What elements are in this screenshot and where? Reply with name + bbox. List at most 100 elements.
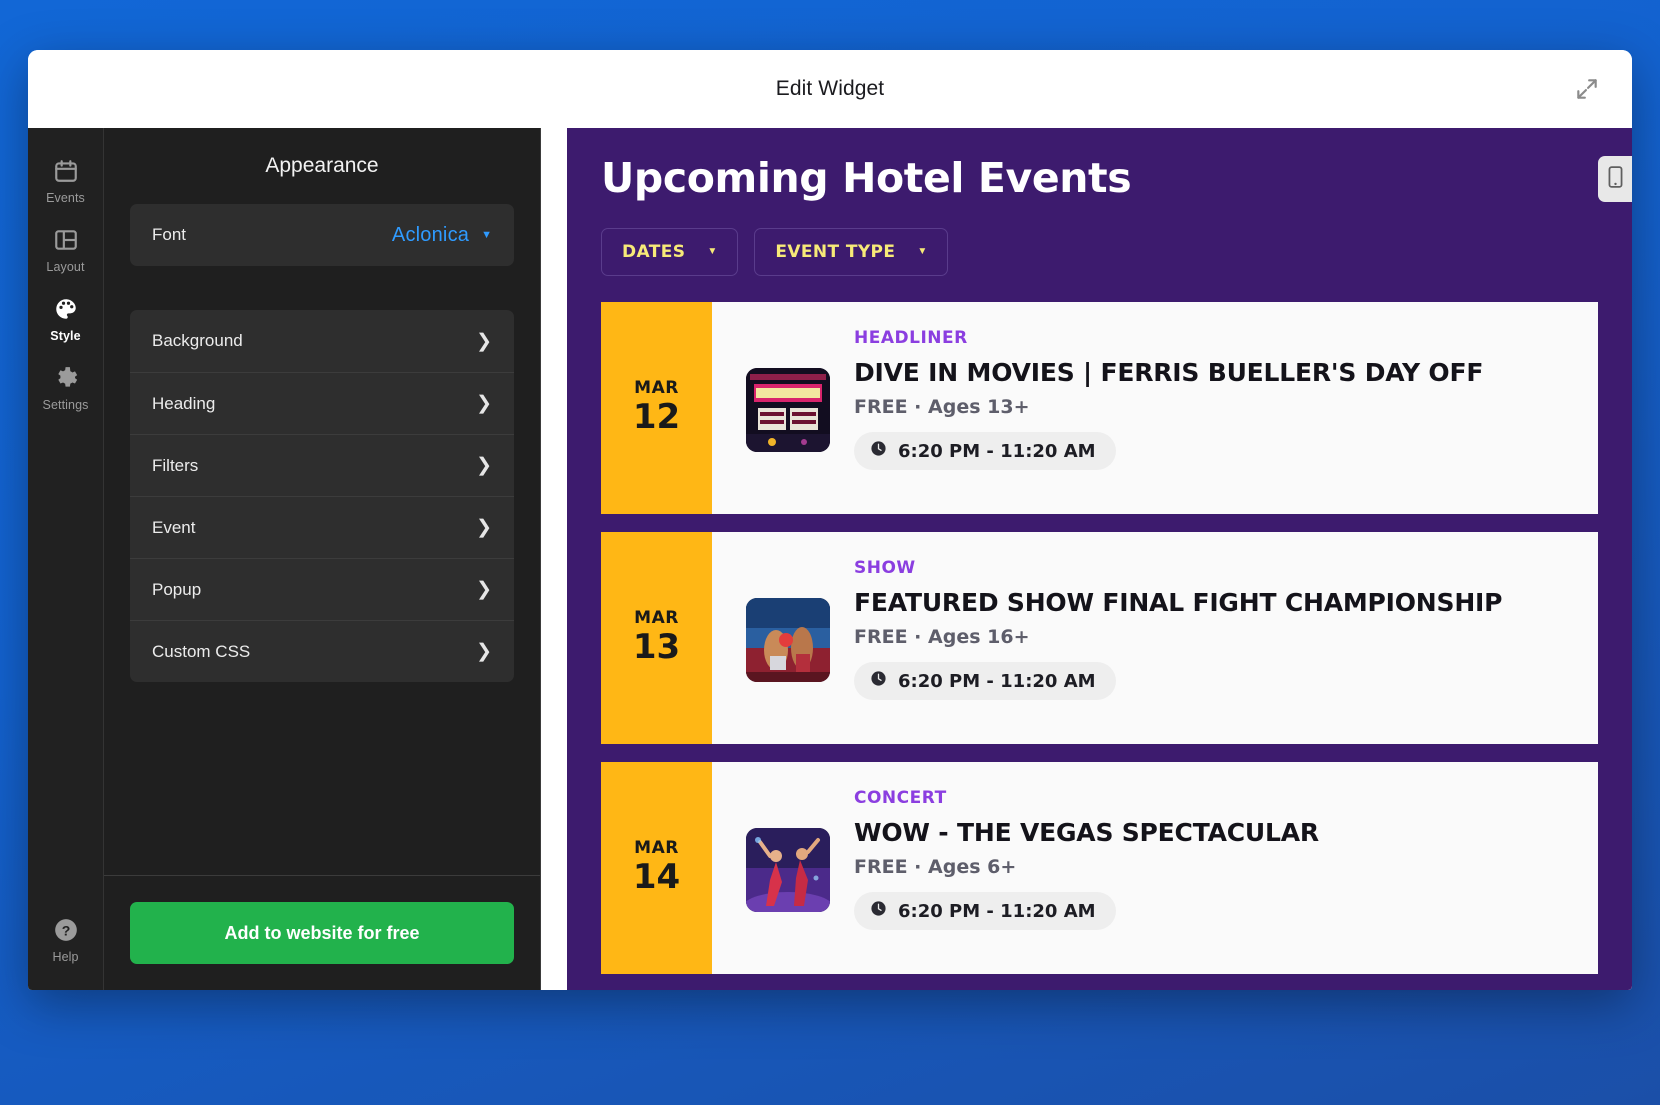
sidebar-item-style[interactable]: Style xyxy=(28,284,104,353)
section-label: Background xyxy=(152,331,243,350)
event-thumbnail xyxy=(746,598,830,682)
sidebar-item-events[interactable]: Events xyxy=(28,146,104,215)
chevron-right-icon: ❯ xyxy=(476,455,492,476)
event-day: 12 xyxy=(632,397,681,438)
sidebar-item-heading[interactable]: Heading ❯ xyxy=(130,372,514,434)
mobile-preview-toggle[interactable] xyxy=(1598,156,1632,202)
event-date-badge: MAR 14 xyxy=(601,762,712,974)
sidebar-item-background[interactable]: Background ❯ xyxy=(130,310,514,372)
question-circle-icon: ? xyxy=(53,917,79,943)
section-label: Event xyxy=(152,517,196,537)
event-month: MAR xyxy=(634,608,679,629)
event-list: MAR 12 HEADLINER DIVE IN MOVIES | FERRIS… xyxy=(601,302,1598,974)
sidebar-item-label: Style xyxy=(50,329,81,343)
event-content: SHOW FEATURED SHOW FINAL FIGHT CHAMPIONS… xyxy=(712,532,1598,744)
nav-rail: Events Layout Style Settings ? Help xyxy=(28,128,104,990)
panel-title: Appearance xyxy=(265,154,379,177)
font-row-label: Font xyxy=(152,225,187,244)
event-meta: FREE · Ages 16+ xyxy=(854,626,1030,648)
event-day: 13 xyxy=(632,627,681,668)
sidebar-item-help[interactable]: ? Help xyxy=(28,905,104,990)
sidebar-item-settings[interactable]: Settings xyxy=(28,353,104,422)
event-thumbnail xyxy=(746,828,830,912)
chevron-right-icon: ❯ xyxy=(476,330,492,352)
event-meta: FREE · Ages 13+ xyxy=(854,396,1030,418)
event-time: 6:20 PM - 11:20 AM xyxy=(898,440,1096,462)
sidebar-item-label: Events xyxy=(46,191,85,205)
event-details: CONCERT WOW - THE VEGAS SPECTACULAR FREE… xyxy=(854,788,1572,930)
mobile-phone-icon xyxy=(1607,165,1624,193)
list-item[interactable]: MAR 13 SHOW FEATURED SHOW FINAL FIGHT CH… xyxy=(601,532,1598,744)
sidebar-item-custom-css[interactable]: Custom CSS ❯ xyxy=(130,620,514,682)
chevron-right-icon: ❯ xyxy=(476,517,492,538)
font-setting-card: Font Aclonica ▼ xyxy=(130,204,514,266)
modal-body: Events Layout Style Settings ? Help Appe… xyxy=(28,128,1632,990)
section-label: Heading xyxy=(152,393,216,413)
filter-dates[interactable]: DATES ▼ xyxy=(601,228,739,276)
clock-icon xyxy=(870,670,887,692)
event-time-pill: 6:20 PM - 11:20 AM xyxy=(854,892,1116,930)
event-title: DIVE IN MOVIES | FERRIS BUELLER'S DAY OF… xyxy=(854,358,1484,387)
event-details: SHOW FEATURED SHOW FINAL FIGHT CHAMPIONS… xyxy=(854,558,1572,700)
clock-icon xyxy=(870,900,887,922)
event-content: CONCERT WOW - THE VEGAS SPECTACULAR FREE… xyxy=(712,762,1598,974)
sidebar-item-layout[interactable]: Layout xyxy=(28,215,104,284)
sidebar-item-label: Help xyxy=(52,950,79,964)
filter-event-type[interactable]: EVENT TYPE ▼ xyxy=(754,228,949,276)
add-to-website-button[interactable]: Add to website for free xyxy=(130,902,514,964)
event-month: MAR xyxy=(634,838,679,859)
widget-heading: Upcoming Hotel Events xyxy=(601,154,1132,202)
event-thumbnail xyxy=(746,368,830,452)
chevron-right-icon: ❯ xyxy=(476,641,492,662)
svg-text:?: ? xyxy=(61,922,70,938)
font-row[interactable]: Font Aclonica ▼ xyxy=(130,204,514,266)
chevron-down-icon: ▼ xyxy=(707,246,718,257)
event-time: 6:20 PM - 11:20 AM xyxy=(898,670,1096,692)
appearance-panel: Appearance Font Aclonica ▼ Background ❯ xyxy=(104,128,541,990)
modal-titlebar: Edit Widget xyxy=(28,50,1632,128)
event-category: HEADLINER xyxy=(854,328,968,348)
event-day: 14 xyxy=(632,857,681,898)
event-details: HEADLINER DIVE IN MOVIES | FERRIS BUELLE… xyxy=(854,328,1572,470)
panel-footer: Add to website for free xyxy=(104,875,540,990)
widget-filters: DATES ▼ EVENT TYPE ▼ xyxy=(601,228,1598,276)
sidebar-item-popup[interactable]: Popup ❯ xyxy=(130,558,514,620)
widget-preview: Upcoming Hotel Events DATES ▼ EVENT TYPE… xyxy=(567,128,1632,990)
page-title: Edit Widget xyxy=(775,77,885,100)
filter-label: DATES xyxy=(622,242,686,262)
chevron-down-icon: ▼ xyxy=(917,246,928,257)
sidebar-item-event[interactable]: Event ❯ xyxy=(130,496,514,558)
list-item[interactable]: MAR 14 CONCERT WOW - THE VEGAS SPECTACUL… xyxy=(601,762,1598,974)
event-meta: FREE · Ages 6+ xyxy=(854,856,1017,878)
font-row-value: Aclonica xyxy=(391,223,470,246)
clock-icon xyxy=(870,440,887,462)
layout-icon xyxy=(53,227,79,253)
list-item[interactable]: MAR 12 HEADLINER DIVE IN MOVIES | FERRIS… xyxy=(601,302,1598,514)
sidebar-item-label: Settings xyxy=(42,398,89,412)
filter-label: EVENT TYPE xyxy=(775,242,896,262)
event-date-badge: MAR 12 xyxy=(601,302,712,514)
event-month: MAR xyxy=(634,378,679,399)
panel-gap xyxy=(130,266,514,310)
palette-icon xyxy=(53,296,79,322)
event-time-pill: 6:20 PM - 11:20 AM xyxy=(854,662,1116,700)
section-label: Filters xyxy=(152,455,199,475)
event-time: 6:20 PM - 11:20 AM xyxy=(898,900,1096,922)
section-label: Popup xyxy=(152,579,202,599)
sidebar-item-filters[interactable]: Filters ❯ xyxy=(130,434,514,496)
edit-widget-modal: Edit Widget Events Layout Style Settings… xyxy=(28,50,1632,990)
panel-scroll-area: Appearance Font Aclonica ▼ Background ❯ xyxy=(104,128,540,875)
chevron-down-icon[interactable]: ▼ xyxy=(481,229,492,241)
expand-arrows-icon[interactable] xyxy=(1570,72,1604,106)
sidebar-item-label: Layout xyxy=(46,260,85,274)
chevron-right-icon: ❯ xyxy=(476,393,492,414)
chevron-right-icon: ❯ xyxy=(476,579,492,600)
event-category: SHOW xyxy=(854,558,916,578)
event-content: HEADLINER DIVE IN MOVIES | FERRIS BUELLE… xyxy=(712,302,1598,514)
event-title: FEATURED SHOW FINAL FIGHT CHAMPIONSHIP xyxy=(854,588,1503,617)
preview-wrapper: Upcoming Hotel Events DATES ▼ EVENT TYPE… xyxy=(541,128,1632,990)
event-category: CONCERT xyxy=(854,788,947,808)
style-sections-card: Background ❯ Heading ❯ Filters ❯ Event ❯ xyxy=(130,310,514,682)
calendar-icon xyxy=(53,158,79,184)
event-title: WOW - THE VEGAS SPECTACULAR xyxy=(854,818,1319,847)
